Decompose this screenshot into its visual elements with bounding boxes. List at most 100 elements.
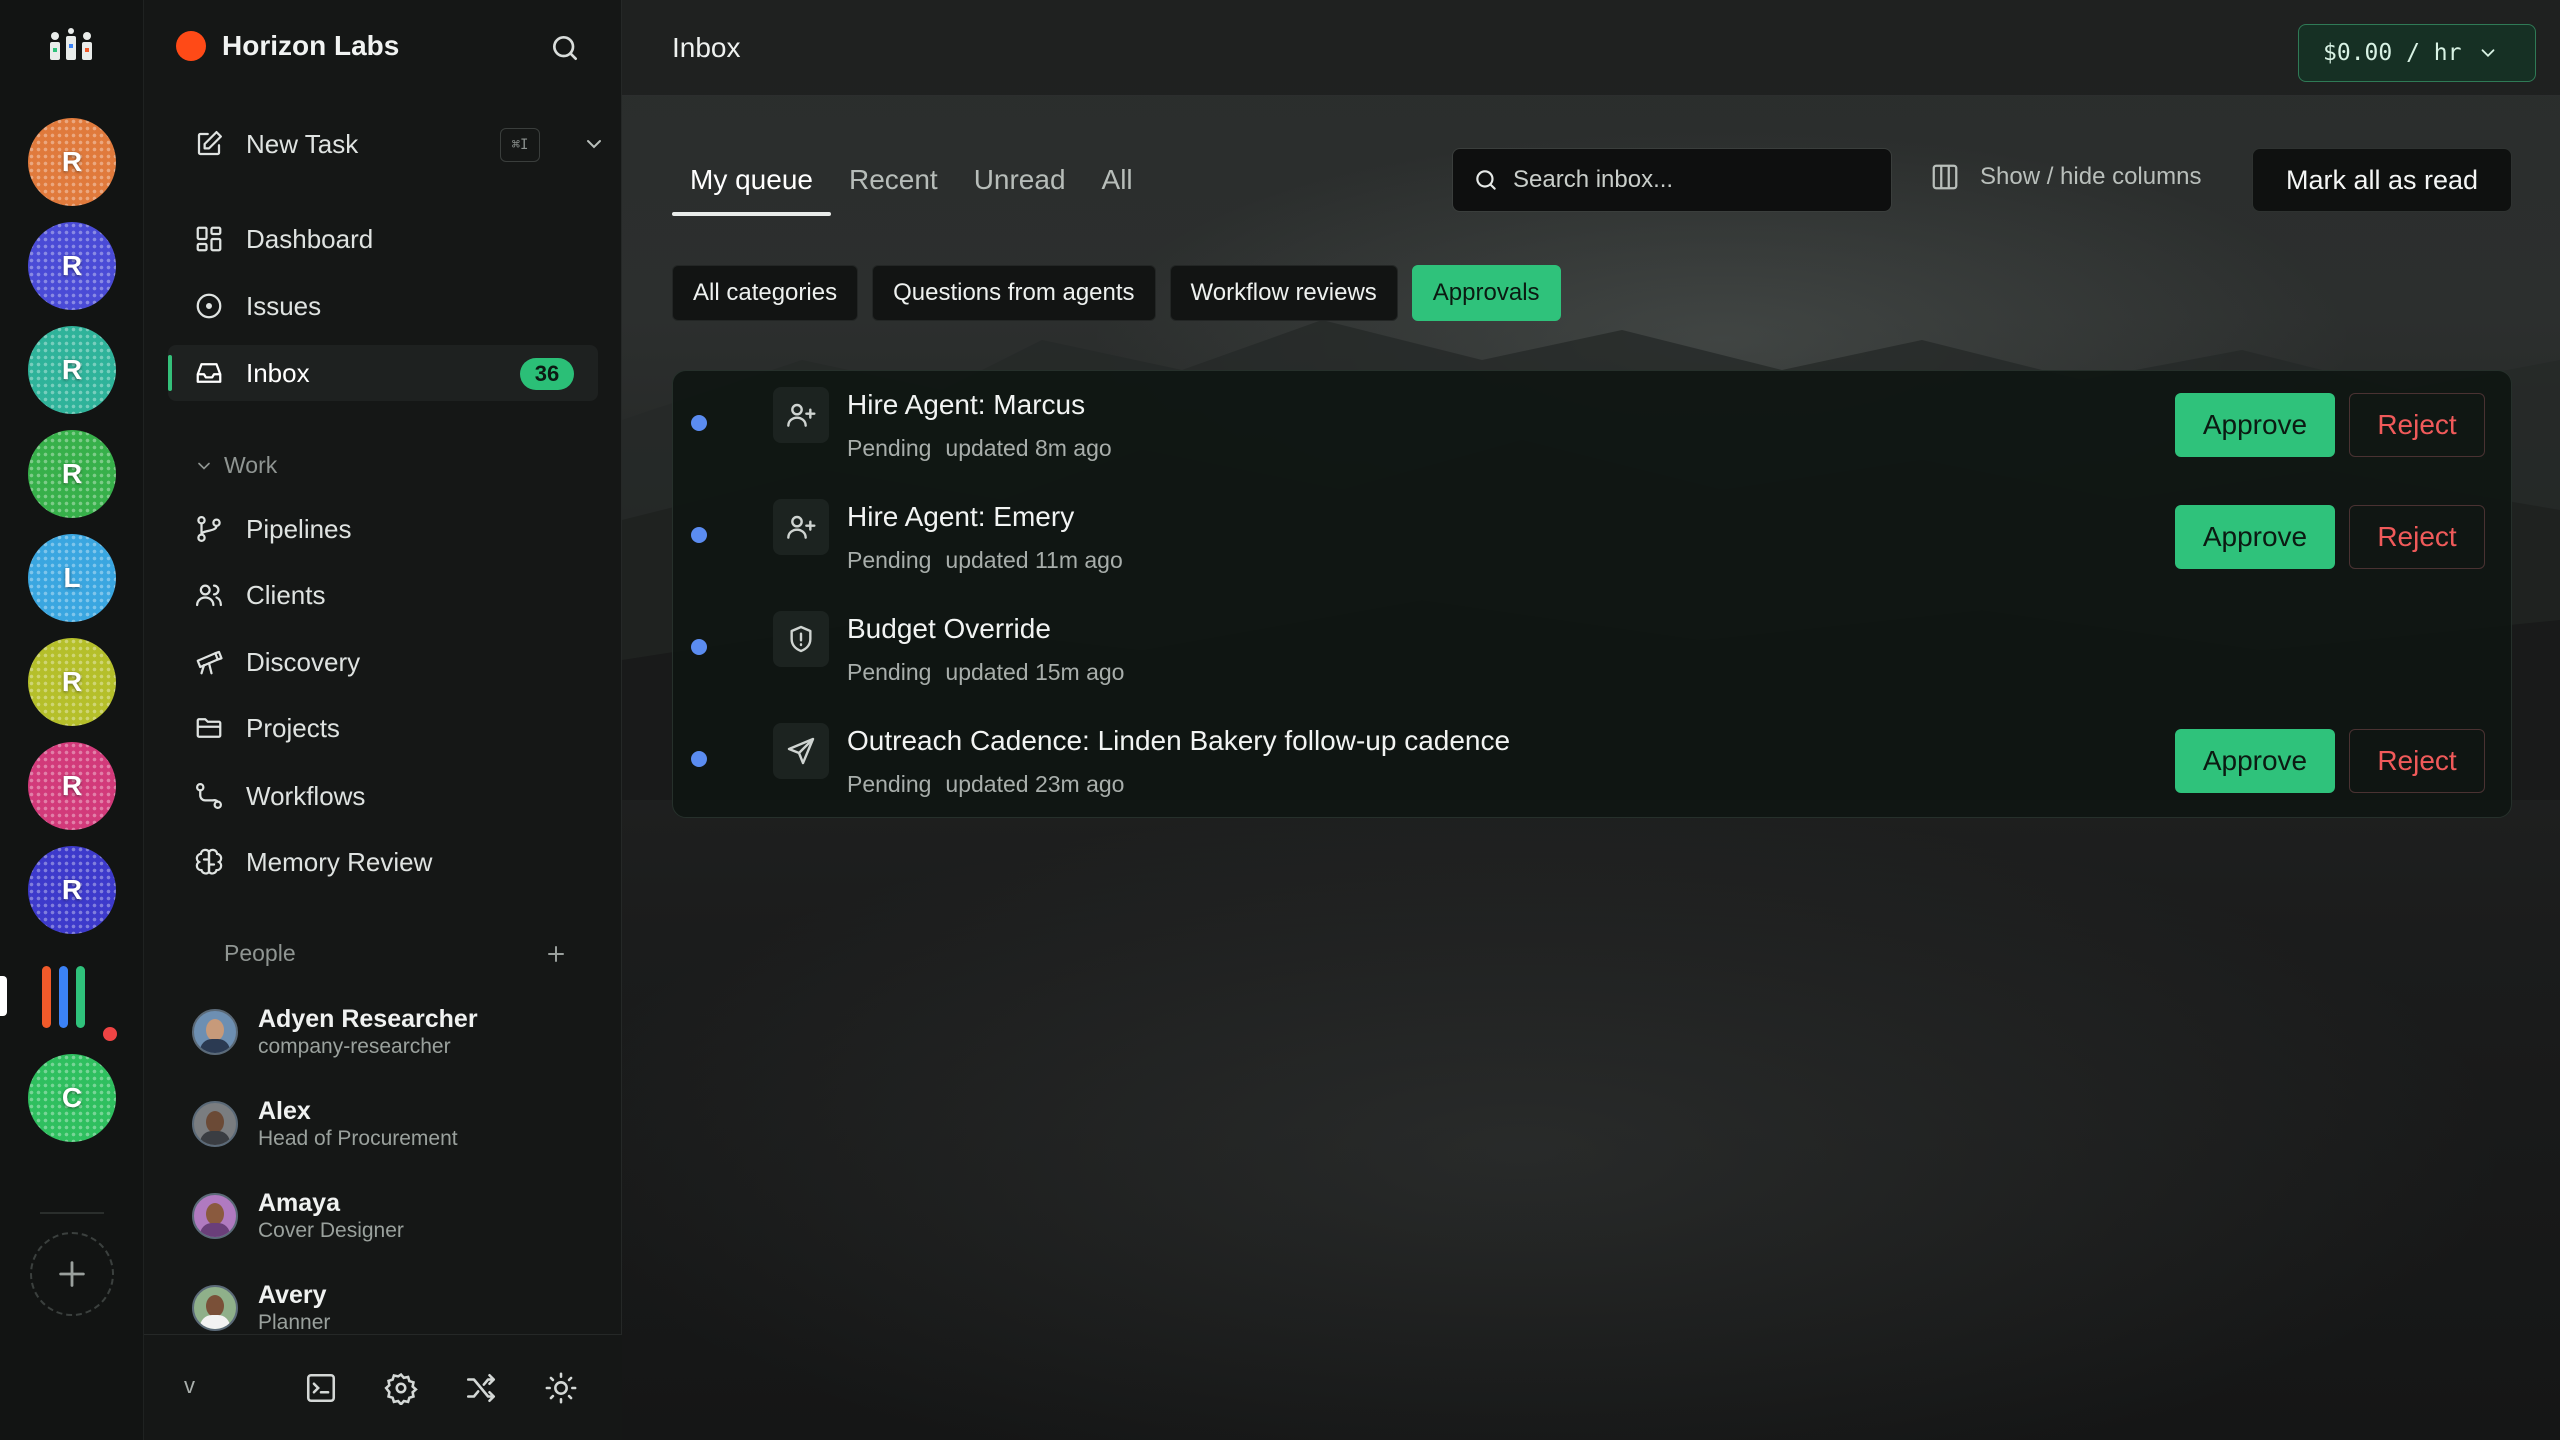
columns-icon: [1932, 164, 1958, 190]
sidebar-item-clients[interactable]: Clients: [168, 567, 598, 623]
person-item[interactable]: Amaya Cover Designer: [192, 1188, 404, 1244]
telescope-icon: [196, 650, 223, 675]
approve-button[interactable]: Approve: [2175, 505, 2335, 569]
workspace-avatar-9[interactable]: C: [28, 1054, 116, 1142]
item-meta: Pending updated 15m ago: [847, 659, 1124, 686]
search-icon[interactable]: [549, 32, 581, 64]
user-plus-icon: [787, 515, 816, 539]
workflows-icon: [196, 783, 222, 809]
list-item[interactable]: Hire Agent: Marcus Pending updated 8m ag…: [673, 371, 2513, 483]
inbox-icon: [196, 363, 222, 383]
active-workspace-indicator: [0, 976, 7, 1016]
edit-icon: [197, 131, 222, 156]
item-status: Pending: [847, 547, 932, 573]
folder-icon: [196, 718, 222, 738]
shortcut-badge: ⌘I: [500, 128, 540, 162]
item-updated: updated 11m ago: [945, 547, 1123, 573]
sidebar-item-discovery[interactable]: Discovery: [168, 634, 598, 690]
filter-questions-from-agents[interactable]: Questions from agents: [872, 265, 1156, 321]
settings-icon[interactable]: [384, 1371, 418, 1405]
item-icon-box: [773, 387, 829, 443]
filter-all-categories[interactable]: All categories: [672, 265, 859, 321]
item-icon-box: [773, 723, 829, 779]
reject-button[interactable]: Reject: [2349, 393, 2485, 457]
new-task-button[interactable]: New Task ⌘I: [168, 116, 601, 172]
sidebar-footer: v: [144, 1334, 622, 1440]
workspace-avatar-5[interactable]: L: [28, 534, 116, 622]
issues-icon: [196, 293, 222, 319]
item-status: Pending: [847, 659, 932, 685]
chevron-down-icon[interactable]: [582, 132, 606, 156]
person-role: Head of Procurement: [258, 1127, 458, 1150]
avatar: [192, 1101, 238, 1147]
app-bar-1: [42, 966, 51, 1028]
item-title: Hire Agent: Emery: [847, 501, 1075, 532]
work-section-toggle[interactable]: Work: [194, 452, 277, 479]
workspace-avatar-1[interactable]: R: [28, 118, 116, 206]
search-input[interactable]: [1513, 166, 1873, 194]
sidebar-item-label: Workflows: [246, 780, 366, 811]
shield-alert-icon: [790, 625, 812, 653]
workspace-avatar-8[interactable]: R: [28, 846, 116, 934]
person-item[interactable]: Adyen Researcher company-researcher: [192, 1004, 478, 1060]
approvals-list: Hire Agent: Marcus Pending updated 8m ag…: [672, 370, 2512, 818]
main-content: Inbox $0.00 / hr My queue Recent Unread …: [622, 0, 2560, 1440]
workspace-avatar-3[interactable]: R: [28, 326, 116, 414]
org-switcher[interactable]: Horizon Labs: [176, 30, 399, 62]
terminal-icon[interactable]: [304, 1371, 338, 1405]
workspace-avatar-4[interactable]: R: [28, 430, 116, 518]
sidebar-item-label: Issues: [246, 290, 322, 321]
workspace-avatar-2[interactable]: R: [28, 222, 116, 310]
sidebar-item-memory-review[interactable]: Memory Review: [168, 834, 598, 890]
show-hide-columns-button[interactable]: Show / hide columns: [1930, 162, 2201, 192]
new-task-label: New Task: [246, 128, 359, 159]
workspace-avatar-7[interactable]: R: [28, 742, 116, 830]
page-title: Inbox: [672, 32, 741, 63]
search-icon: [1476, 170, 1496, 190]
approve-button[interactable]: Approve: [2175, 729, 2335, 793]
add-workspace-button[interactable]: [30, 1232, 114, 1316]
list-item[interactable]: Hire Agent: Emery Pending updated 11m ag…: [673, 483, 2513, 595]
tab-all[interactable]: All: [1084, 156, 1151, 216]
list-item[interactable]: Outreach Cadence: Linden Bakery follow-u…: [673, 707, 2513, 819]
sidebar-item-workflows[interactable]: Workflows: [168, 768, 598, 824]
item-updated: updated 8m ago: [945, 435, 1112, 461]
sidebar-item-projects[interactable]: Projects: [168, 700, 598, 756]
rate-dropdown[interactable]: $0.00 / hr: [2298, 24, 2536, 82]
sidebar-item-pipelines[interactable]: Pipelines: [168, 501, 598, 557]
workspace-app-logo[interactable]: [42, 966, 102, 1028]
person-name: Adyen Researcher: [258, 1005, 478, 1033]
tab-my-queue[interactable]: My queue: [672, 156, 831, 216]
version-label: v: [184, 1373, 195, 1398]
reject-button[interactable]: Reject: [2349, 729, 2485, 793]
person-item[interactable]: Avery Planner: [192, 1280, 330, 1336]
shuffle-icon[interactable]: [464, 1371, 498, 1405]
sidebar-item-label: Dashboard: [246, 223, 374, 254]
inbox-search[interactable]: [1452, 148, 1892, 212]
approve-button[interactable]: Approve: [2175, 393, 2335, 457]
person-role: Planner: [258, 1311, 331, 1334]
filter-workflow-reviews[interactable]: Workflow reviews: [1169, 265, 1398, 321]
tab-unread[interactable]: Unread: [956, 156, 1084, 216]
reject-button[interactable]: Reject: [2349, 505, 2485, 569]
unread-dot: [691, 527, 707, 543]
list-item[interactable]: Budget Override Pending updated 15m ago: [673, 595, 2513, 707]
filter-approvals[interactable]: Approvals: [1411, 265, 1561, 321]
people-section-label: People: [224, 940, 296, 966]
avatar: [192, 1009, 238, 1055]
add-person-icon[interactable]: [544, 942, 568, 966]
sidebar-item-label: Inbox: [246, 357, 310, 388]
sidebar-item-dashboard[interactable]: Dashboard: [168, 211, 598, 267]
sidebar: Horizon Labs New Task ⌘I Dashboard Issue…: [144, 0, 622, 1440]
sun-icon[interactable]: [544, 1371, 578, 1405]
tab-recent[interactable]: Recent: [831, 156, 956, 216]
company-logo-icon[interactable]: [48, 28, 94, 64]
person-name: Alex: [258, 1097, 311, 1125]
unread-dot: [691, 751, 707, 767]
sidebar-item-inbox[interactable]: Inbox 36: [168, 345, 598, 401]
mark-all-read-button[interactable]: Mark all as read: [2252, 148, 2512, 212]
dashboard-icon: [196, 226, 222, 252]
workspace-avatar-6[interactable]: R: [28, 638, 116, 726]
sidebar-item-issues[interactable]: Issues: [168, 278, 598, 334]
person-item[interactable]: Alex Head of Procurement: [192, 1096, 458, 1152]
